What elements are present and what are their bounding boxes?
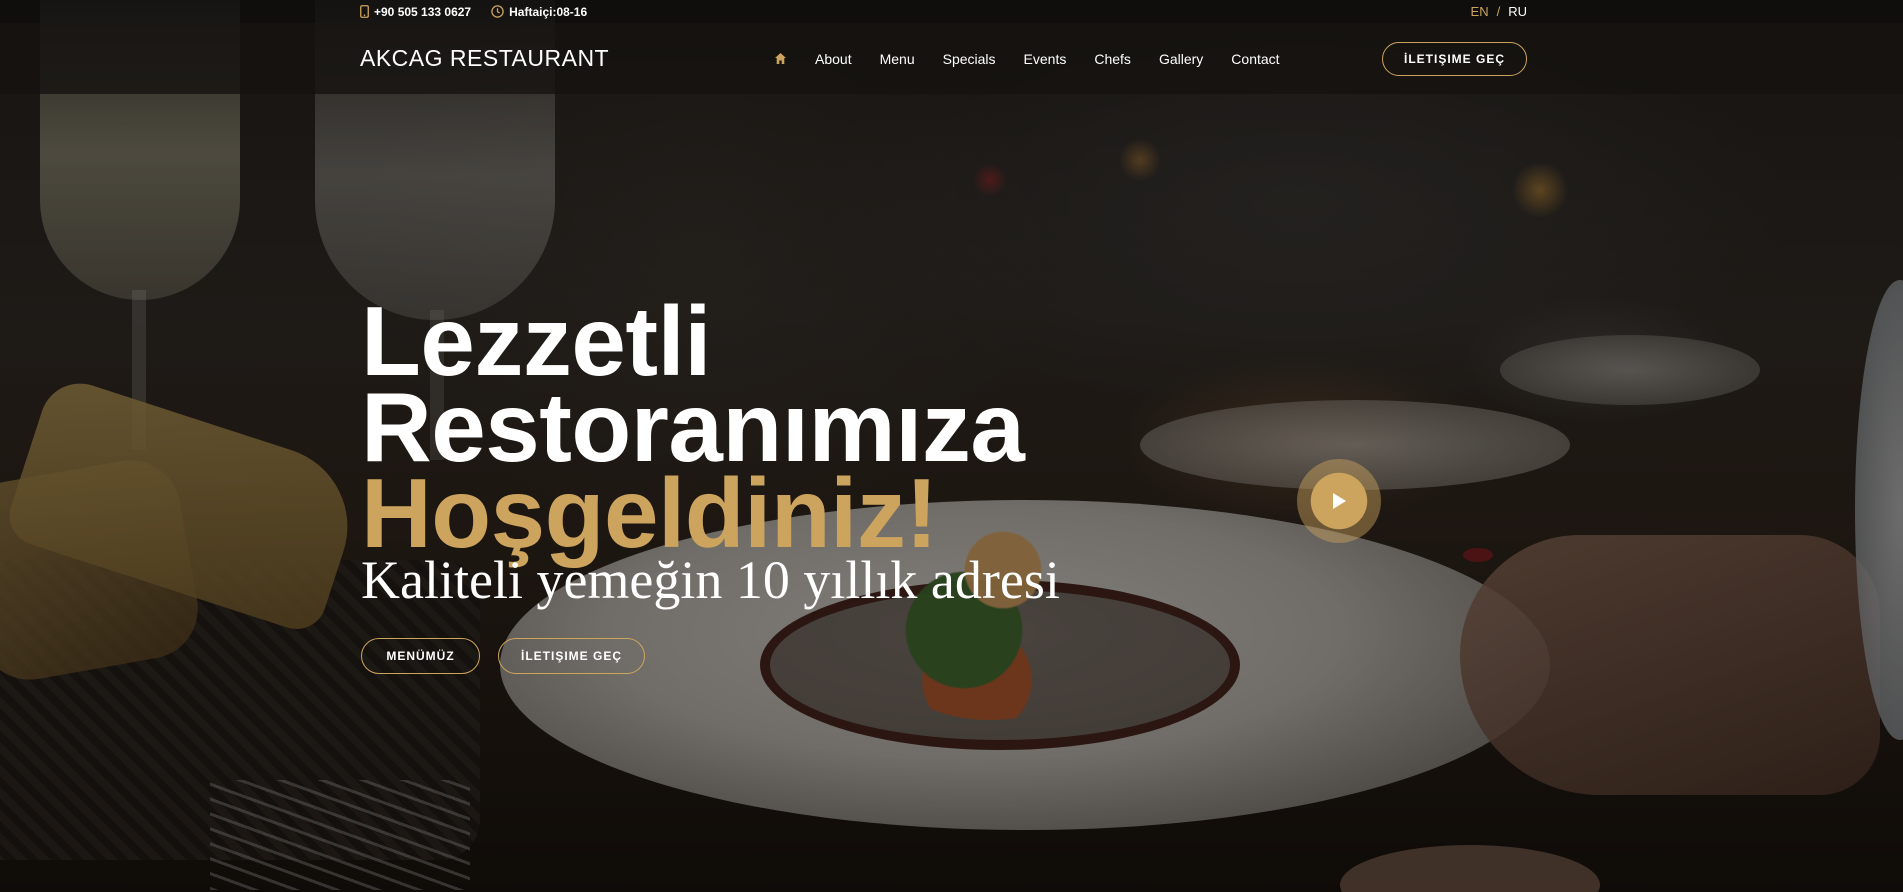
- home-icon: [775, 53, 786, 64]
- phone-icon: [360, 5, 369, 18]
- lang-separator: /: [1496, 4, 1501, 19]
- phone-contact[interactable]: +90 505 133 0627: [360, 5, 471, 19]
- topbar-content: +90 505 133 0627 Haftaiçi:08-16 EN / RU: [360, 0, 1527, 23]
- nav-menu[interactable]: Menu: [880, 51, 915, 67]
- hero-contact-button[interactable]: İLETIŞIME GEÇ: [498, 638, 645, 674]
- language-switcher: EN / RU: [1471, 4, 1527, 19]
- nav-gallery[interactable]: Gallery: [1159, 51, 1203, 67]
- clock-icon: [491, 5, 504, 18]
- topbar: +90 505 133 0627 Haftaiçi:08-16 EN / RU: [0, 0, 1903, 23]
- play-icon: [1333, 493, 1346, 509]
- hero-title-line-3: Hoşgeldiniz!: [361, 458, 938, 568]
- working-hours: Haftaiçi:08-16: [491, 5, 587, 19]
- main-header: AKCAG RESTAURANT About Menu Specials Eve…: [0, 23, 1903, 94]
- working-hours-text: Haftaiçi:08-16: [509, 4, 588, 19]
- header-content: AKCAG RESTAURANT About Menu Specials Eve…: [360, 23, 1527, 94]
- hero-section: Lezzetli Restoranımıza Hoşgeldiniz! Kali…: [361, 292, 1060, 674]
- nav-chefs[interactable]: Chefs: [1094, 51, 1131, 67]
- play-video-button[interactable]: [1297, 459, 1381, 543]
- main-nav: About Menu Specials Events Chefs Gallery…: [766, 23, 1294, 94]
- lang-ru-link[interactable]: RU: [1508, 4, 1527, 19]
- nav-about[interactable]: About: [815, 51, 852, 67]
- header-contact-button[interactable]: İLETIŞIME GEÇ: [1382, 41, 1527, 76]
- nav-events[interactable]: Events: [1024, 51, 1067, 67]
- nav-specials[interactable]: Specials: [943, 51, 996, 67]
- nav-home[interactable]: [774, 52, 787, 65]
- hero-subtitle: Kaliteli yemeğin 10 yıllık adresi: [361, 550, 1060, 610]
- hero-buttons: MENÜMÜZ İLETIŞIME GEÇ: [361, 638, 1060, 674]
- phone-number: +90 505 133 0627: [374, 4, 472, 19]
- site-logo[interactable]: AKCAG RESTAURANT: [360, 45, 609, 72]
- menu-button[interactable]: MENÜMÜZ: [361, 638, 480, 674]
- nav-contact[interactable]: Contact: [1231, 51, 1279, 67]
- lang-en-link[interactable]: EN: [1471, 4, 1489, 19]
